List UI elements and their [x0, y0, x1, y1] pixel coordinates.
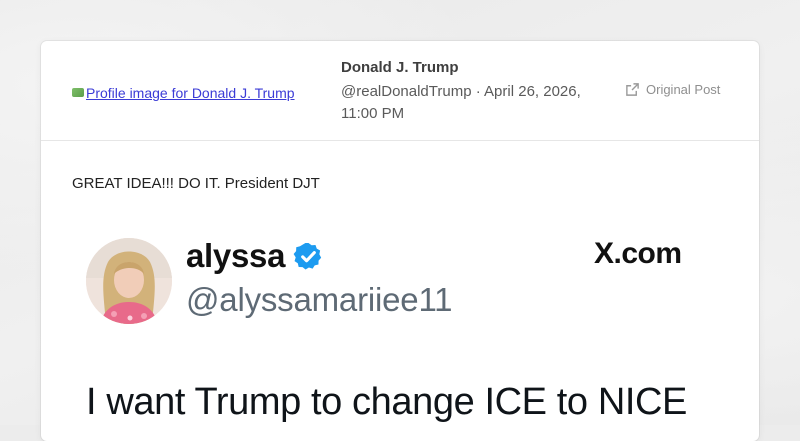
- avatar-alt-text: Profile image for Donald J. Trump: [86, 85, 295, 101]
- embed-tweet-text: I want Trump to change ICE to NICE: [86, 381, 688, 423]
- broken-image-icon: [72, 87, 84, 97]
- author-meta: @realDonaldTrump · April 26, 2026, 11:00…: [341, 83, 581, 122]
- author-name[interactable]: Donald J. Trump: [341, 59, 459, 76]
- post-text: GREAT IDEA!!! DO IT. President DJT: [72, 175, 320, 192]
- verified-badge-icon: [293, 242, 322, 270]
- embed-avatar: [86, 238, 172, 324]
- original-post-link[interactable]: Original Post: [625, 82, 720, 97]
- author-avatar-link[interactable]: Profile image for Donald J. Trump: [72, 83, 330, 103]
- source-label: X.com: [594, 237, 682, 270]
- embed-name: alyssa: [186, 237, 324, 275]
- external-link-icon: [626, 83, 639, 96]
- original-post-label: Original Post: [646, 82, 721, 97]
- post-card: Profile image for Donald J. Trump Donald…: [41, 41, 759, 441]
- embedded-tweet-image: alyssa @alyssamariiee11 X.com I want Tru…: [41, 221, 759, 441]
- embed-handle: @alyssamariiee11: [186, 281, 453, 318]
- embed-name-text: alyssa: [186, 237, 286, 274]
- post-header: Profile image for Donald J. Trump Donald…: [41, 41, 759, 141]
